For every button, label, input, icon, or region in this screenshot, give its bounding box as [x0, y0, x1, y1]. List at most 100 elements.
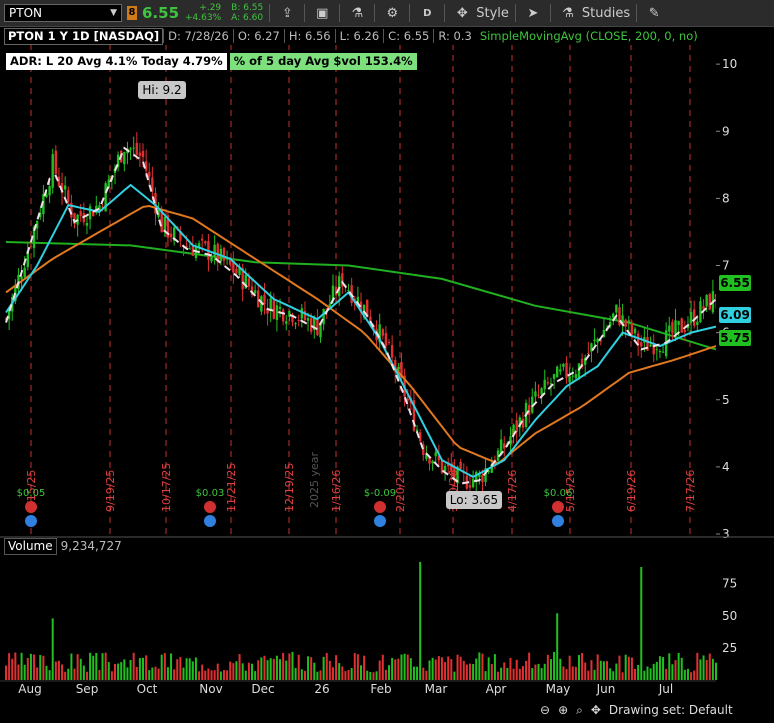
volume-bar — [216, 663, 219, 680]
volume-bar — [303, 670, 306, 680]
symbol-selector[interactable]: PTON ▼ — [4, 4, 122, 22]
volume-bar — [453, 671, 456, 680]
volume-bar — [344, 671, 347, 680]
volume-bar — [219, 671, 222, 680]
candle-body — [51, 154, 54, 188]
month-label: Oct — [137, 682, 158, 696]
candle-body — [431, 460, 434, 464]
change-percent: +4.63% — [185, 13, 222, 23]
volume-bar — [95, 652, 98, 680]
save-icon[interactable]: ▣ — [311, 6, 333, 21]
volume-bar — [584, 662, 587, 680]
volume-bar — [110, 671, 113, 680]
volume-bar — [606, 661, 609, 680]
volume-bar — [160, 654, 163, 680]
candle-body — [222, 248, 226, 261]
volume-bar — [546, 654, 549, 680]
volume-bar — [11, 658, 14, 680]
volume-bar — [543, 663, 546, 680]
volume-bar — [307, 656, 310, 680]
price-tags: 6.55 6.09 5.75 — [719, 275, 751, 346]
volume-legend: Volume 9,234,727 — [4, 538, 126, 555]
link-badge[interactable]: 8 — [127, 6, 137, 20]
candle-body — [338, 276, 341, 297]
volume-bar — [574, 666, 577, 680]
price-tick-label: 7 — [722, 259, 730, 273]
share-icon[interactable]: ⇪ — [276, 6, 298, 21]
price-chart[interactable]: 8/15/25 9/19/25 10/17/25 11/21/25 12/19/25 1/… — [0, 27, 774, 723]
drawings-icon[interactable]: ✎ — [643, 6, 665, 21]
volume-bar — [587, 670, 590, 680]
volume-bar — [369, 671, 372, 680]
cursor-icon[interactable]: ➤ — [522, 6, 544, 21]
volume-bar — [503, 662, 506, 680]
expiry-date-label: 12/19/25 — [283, 463, 296, 512]
drawing-set-label[interactable]: Drawing set: Default — [609, 703, 733, 717]
volume-bar — [562, 666, 565, 680]
pan-icon[interactable]: ✥ — [591, 703, 601, 717]
volume-bar — [537, 663, 540, 680]
volume-bar — [325, 653, 328, 680]
candle-body — [79, 211, 82, 217]
volume-bar — [652, 663, 655, 680]
volume-bar — [518, 668, 521, 680]
volume-bar — [711, 658, 714, 680]
volume-bar — [179, 656, 182, 680]
candle-body — [587, 352, 590, 354]
toolbar-divider — [304, 4, 306, 22]
volume-bar — [581, 652, 584, 680]
candle-body — [135, 142, 138, 155]
volume-bar — [310, 657, 313, 680]
volume-bar — [540, 668, 543, 680]
volume-bar — [29, 653, 32, 680]
price-tick-label: 5 — [722, 393, 730, 407]
volume-bar — [356, 654, 359, 680]
candle-body — [275, 305, 279, 321]
gear-icon[interactable]: ⚙ — [381, 6, 403, 21]
candle-body — [188, 248, 191, 250]
candle-body — [63, 185, 67, 190]
aggregation-button[interactable]: D — [416, 8, 438, 19]
zoom-in-icon[interactable]: ⊕ — [558, 703, 568, 717]
volume-bar — [686, 668, 689, 680]
sma-legend[interactable]: SimpleMovingAvg (CLOSE, 200, 0, no) — [476, 29, 698, 43]
price-tick-label: 10 — [722, 57, 737, 71]
zoom-out-icon[interactable]: ⊖ — [540, 703, 550, 717]
style-button[interactable]: Style — [476, 6, 509, 21]
volume-bar — [478, 652, 481, 680]
volume-bar — [23, 664, 26, 680]
volume-bar — [593, 669, 596, 680]
volume-bar — [210, 670, 213, 680]
candle-body — [235, 268, 238, 274]
studies-button[interactable]: Studies — [582, 6, 630, 21]
candle-body — [543, 379, 546, 390]
volume-value: 9,234,727 — [60, 539, 122, 553]
volume-bar — [702, 655, 705, 680]
studies-icon[interactable]: ⚗ — [557, 6, 579, 21]
candle-body — [29, 245, 33, 247]
candle-body — [434, 452, 437, 457]
volume-bar — [170, 653, 173, 680]
volume-bar — [51, 618, 54, 680]
magnifier-icon[interactable]: ⌕ — [576, 703, 583, 718]
volume-bar — [450, 659, 453, 680]
volume-bar — [8, 653, 11, 680]
volume-bar — [693, 670, 696, 680]
style-icon[interactable]: ✥ — [451, 6, 473, 21]
candle-body — [674, 320, 677, 335]
volume-bar — [668, 653, 671, 680]
candle-body — [141, 150, 145, 158]
candle-body — [468, 485, 472, 488]
volume-bar — [92, 655, 95, 680]
volume-bar — [48, 670, 51, 680]
volume-bar — [384, 669, 387, 680]
flask-icon[interactable]: ⚗ — [346, 6, 368, 21]
candle-body — [596, 338, 599, 343]
volume-bar — [64, 671, 67, 680]
volume-bar — [615, 663, 618, 680]
candle-body — [381, 329, 384, 336]
chart-title: PTON 1 Y 1D [NASDAQ] — [4, 27, 164, 45]
candle-body — [57, 176, 61, 186]
volume-tick-label: 25 — [722, 641, 737, 655]
dividend-amount: $0.06 — [544, 488, 573, 499]
